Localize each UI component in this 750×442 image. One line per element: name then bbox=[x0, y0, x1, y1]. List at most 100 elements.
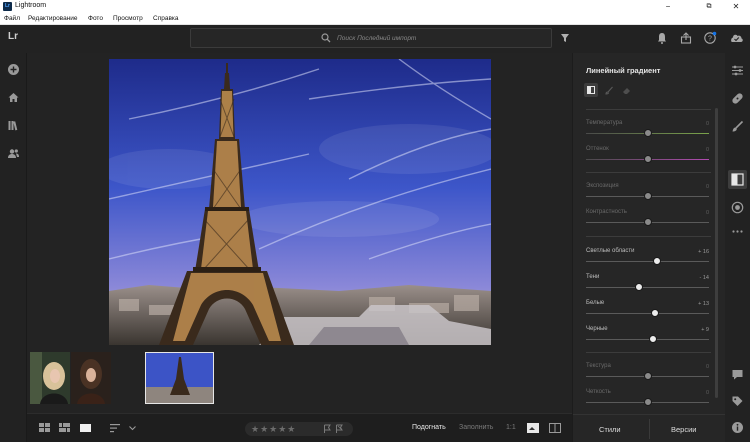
square-grid-view-icon[interactable] bbox=[39, 423, 50, 433]
slider-handle[interactable] bbox=[653, 257, 662, 265]
panel-divider bbox=[586, 109, 711, 110]
brush-icon[interactable] bbox=[731, 120, 744, 133]
flag-reject-icon[interactable] bbox=[335, 424, 344, 434]
versions-button[interactable]: Версии bbox=[671, 425, 696, 434]
slider-value[interactable]: 0 bbox=[691, 390, 709, 396]
gradient-mask-icon bbox=[587, 86, 595, 94]
search-icon bbox=[321, 33, 331, 43]
cloud-sync-icon[interactable] bbox=[728, 31, 745, 45]
left-sidebar bbox=[0, 53, 27, 442]
fill-zoom-button[interactable]: Заполнить bbox=[459, 424, 493, 431]
slider-value[interactable]: 0 bbox=[691, 210, 709, 216]
photo-grid-view-icon[interactable] bbox=[59, 423, 70, 433]
add-photos-icon[interactable] bbox=[7, 63, 20, 76]
slider-handle[interactable] bbox=[634, 283, 643, 291]
eraser-icon[interactable] bbox=[622, 86, 631, 95]
menu-help[interactable]: Справка bbox=[153, 15, 179, 22]
slider-track[interactable] bbox=[586, 339, 709, 340]
slider-label: Оттенок bbox=[586, 146, 609, 152]
photo-canvas-area bbox=[27, 53, 572, 413]
slider-value[interactable]: 0 bbox=[691, 147, 709, 153]
healing-bandage-icon[interactable] bbox=[731, 92, 744, 105]
slider-label: Температура bbox=[586, 120, 623, 126]
edit-sliders-icon[interactable] bbox=[731, 64, 744, 77]
compare-view-icon[interactable] bbox=[549, 423, 561, 433]
slider-handle[interactable] bbox=[643, 129, 652, 137]
slider-track[interactable] bbox=[586, 287, 709, 288]
slider-label: Контрастность bbox=[586, 209, 627, 215]
filter-icon[interactable] bbox=[558, 31, 572, 45]
footer-divider bbox=[649, 419, 650, 439]
slider-label: Черные bbox=[586, 326, 608, 332]
home-icon[interactable] bbox=[7, 91, 20, 104]
right-tool-rail bbox=[725, 53, 750, 442]
show-original-icon[interactable] bbox=[527, 423, 539, 433]
one-to-one-zoom-button[interactable]: 1:1 bbox=[506, 424, 516, 431]
sort-icon[interactable] bbox=[110, 423, 121, 433]
thumbnail-brunette-portrait[interactable] bbox=[71, 352, 111, 404]
slider-value[interactable]: 0 bbox=[691, 121, 709, 127]
slider-label: Белые bbox=[586, 300, 605, 306]
chevron-down-icon[interactable] bbox=[128, 423, 137, 433]
search-field[interactable]: Поиск Последний импорт bbox=[190, 28, 552, 48]
menu-view[interactable]: Просмотр bbox=[113, 15, 143, 22]
window-title: Lightroom bbox=[15, 2, 47, 9]
svg-text:?: ? bbox=[708, 36, 712, 43]
filmstrip bbox=[27, 349, 572, 407]
slider-label: Текстура bbox=[586, 363, 611, 369]
lightroom-logo: Lr bbox=[8, 31, 18, 42]
share-icon[interactable] bbox=[679, 31, 693, 45]
fit-zoom-button[interactable]: Подогнать bbox=[412, 424, 446, 431]
thumbnail-blonde-portrait[interactable] bbox=[30, 352, 70, 404]
slider-value[interactable]: 0 bbox=[691, 184, 709, 190]
linear-gradient-icon bbox=[731, 173, 744, 186]
slider-handle[interactable] bbox=[643, 155, 652, 163]
flag-pick-icon[interactable] bbox=[323, 424, 332, 434]
slider-handle[interactable] bbox=[643, 398, 652, 406]
slider-handle[interactable] bbox=[643, 218, 652, 226]
slider-label: Тени bbox=[586, 274, 600, 280]
info-icon[interactable] bbox=[731, 421, 744, 434]
notifications-icon[interactable] bbox=[655, 31, 669, 45]
slider-value[interactable]: - 14 bbox=[691, 275, 709, 281]
slider-track[interactable] bbox=[586, 313, 709, 314]
slider-value[interactable]: 0 bbox=[691, 364, 709, 370]
slider-handle[interactable] bbox=[643, 192, 652, 200]
keywords-tag-icon[interactable] bbox=[731, 395, 744, 408]
linear-gradient-panel: Линейный градиент Температура 0 Оттенок 0 Эк… bbox=[572, 53, 726, 442]
slider-handle[interactable] bbox=[649, 335, 658, 343]
main-photo-eiffel-tower[interactable] bbox=[109, 59, 491, 345]
comments-icon[interactable] bbox=[731, 368, 744, 381]
slider-label: Экспозиция bbox=[586, 183, 619, 189]
detail-view-icon[interactable] bbox=[80, 423, 91, 433]
thumbnail-eiffel-image bbox=[146, 353, 213, 403]
slider-label: Четкость bbox=[586, 389, 611, 395]
radial-gradient-icon[interactable] bbox=[731, 201, 744, 214]
window-title-bar: Lr Lightroom − ⧉ ✕ bbox=[0, 0, 750, 13]
slider-track[interactable] bbox=[586, 261, 709, 262]
menu-file[interactable]: Файл bbox=[4, 15, 20, 22]
slider-group-divider bbox=[586, 172, 711, 173]
more-options-icon[interactable] bbox=[731, 225, 744, 238]
slider-value[interactable]: + 16 bbox=[691, 249, 709, 255]
menu-edit[interactable]: Редактирование bbox=[28, 15, 78, 22]
thumbnail-eiffel-selected[interactable] bbox=[145, 352, 214, 404]
maximize-button[interactable]: ⧉ bbox=[695, 0, 723, 13]
slider-label: Светлые области bbox=[586, 248, 635, 254]
styles-button[interactable]: Стили bbox=[599, 425, 621, 434]
library-icon[interactable] bbox=[7, 119, 20, 132]
menu-photo[interactable]: Фото bbox=[88, 15, 103, 22]
mask-tool-active[interactable] bbox=[584, 83, 598, 97]
close-button[interactable]: ✕ bbox=[722, 0, 750, 13]
slider-group-divider bbox=[586, 236, 711, 237]
brush-add-icon[interactable] bbox=[605, 86, 614, 95]
help-icon[interactable]: ? bbox=[703, 31, 717, 45]
slider-value[interactable]: + 9 bbox=[691, 327, 709, 333]
slider-handle[interactable] bbox=[643, 372, 652, 380]
slider-value[interactable]: + 13 bbox=[691, 301, 709, 307]
people-icon[interactable] bbox=[7, 147, 20, 160]
slider-handle[interactable] bbox=[651, 309, 660, 317]
minimize-button[interactable]: − bbox=[654, 0, 682, 13]
panel-scrollbar[interactable] bbox=[715, 108, 718, 398]
linear-gradient-tool-active[interactable] bbox=[728, 170, 747, 189]
